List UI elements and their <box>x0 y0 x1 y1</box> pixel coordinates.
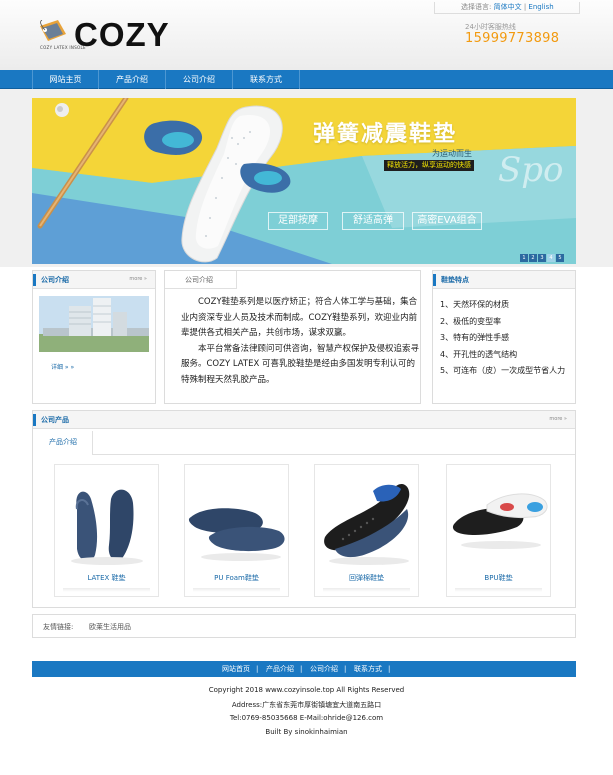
footer-built-by: Built By sinokinhaimian <box>265 728 348 736</box>
footer-contact: Tel:0769-85035668 E-Mail:ohride@126.com <box>229 714 384 722</box>
slide-dot-5[interactable]: 5 <box>556 254 564 262</box>
slide-dot-2[interactable]: 2 <box>529 254 537 262</box>
nav-contact[interactable]: 联系方式 <box>233 70 300 89</box>
friend-links-bar: 友情链接: 欧莱生活用品 <box>32 614 576 638</box>
product-image <box>71 489 143 565</box>
page: 选择语言: 简体中文 | English 24小时客服热线 1599977389… <box>0 0 613 775</box>
feature-item: 1、天然环保的材质 <box>440 300 510 309</box>
footer-nav-contact[interactable]: 联系方式 <box>354 661 382 677</box>
language-switcher: 选择语言: 简体中文 | English <box>434 2 580 14</box>
header-accent-bar <box>33 414 36 426</box>
language-separator: | <box>523 3 527 11</box>
products-header: 公司产品 more » <box>33 411 575 429</box>
header: 选择语言: 简体中文 | English 24小时客服热线 1599977389… <box>0 0 613 70</box>
products-tab[interactable]: 产品介绍 <box>33 431 93 455</box>
banner-tagline: 释放活力，纵享运动的快感 <box>384 160 474 171</box>
company-building-image[interactable] <box>39 296 149 352</box>
banner-feature-massage: 足部按摩 <box>268 212 328 230</box>
footer-nav-home[interactable]: 网站首页 <box>222 661 250 677</box>
footer-nav: 网站首页 | 产品介绍 | 公司介绍 | 联系方式 | <box>32 661 576 677</box>
slide-dot-1[interactable]: 1 <box>520 254 528 262</box>
products-tab-divider <box>93 454 575 455</box>
nav-home[interactable]: 网站主页 <box>32 70 99 89</box>
slide-dot-4[interactable]: 4 <box>547 254 555 262</box>
banner-subtitle: 为运动而生 <box>432 149 472 158</box>
feature-item: 4、开孔性的透气结构 <box>440 349 518 359</box>
banner-title: 弹簧减震鞋垫 <box>313 122 458 147</box>
card-shadow <box>193 588 280 592</box>
header-accent-bar <box>33 274 36 286</box>
friend-links-label: 友情链接: <box>43 623 74 631</box>
feature-item: 2、极低的变型率 <box>440 316 502 326</box>
about-paragraph-1: COZY鞋垫系列是以医疗矫正；符合人体工学与基础，集合业内资深专业人员及技术而制… <box>181 297 418 338</box>
footer-nav-separator: | <box>256 665 259 673</box>
banner-slider[interactable]: 弹簧减震鞋垫 为运动而生 释放活力，纵享运动的快感 Spo 足部按摩 舒适高弹 … <box>32 98 576 264</box>
footer-nav-separator: | <box>300 665 303 673</box>
features-list: 1、天然环保的材质 2、极低的变型率 3、特有的弹性手感 4、开孔性的透气结构 … <box>440 297 578 380</box>
product-card-bpu[interactable]: BPU鞋垫 <box>446 464 551 597</box>
friend-link[interactable]: 欧莱生活用品 <box>89 622 131 632</box>
logo-wordmark[interactable]: COZY <box>74 16 170 54</box>
banner-image <box>32 98 576 264</box>
feature-item: 3、特有的弹性手感 <box>440 333 510 342</box>
banner-feature-eva: 高密EVA组合 <box>412 212 482 230</box>
slide-dot-3[interactable]: 3 <box>538 254 546 262</box>
product-card-pu-foam[interactable]: PU Foam鞋垫 <box>184 464 289 597</box>
features-header: 鞋垫特点 <box>433 271 575 289</box>
footer-nav-products[interactable]: 产品介绍 <box>266 661 294 677</box>
banner-decoration-text: Spo <box>498 150 564 190</box>
company-intro-header: 公司介绍 more » <box>33 271 155 289</box>
footer-nav-separator: | <box>388 665 391 673</box>
footer-nav-separator: | <box>344 665 347 673</box>
card-shadow <box>63 588 150 592</box>
features-panel: 鞋垫特点 1、天然环保的材质 2、极低的变型率 3、特有的弹性手感 4、开孔性的… <box>432 270 576 404</box>
company-intro-title: 公司介绍 <box>41 276 69 284</box>
products-more-link[interactable]: more » <box>549 416 567 422</box>
language-chinese-link[interactable]: 简体中文 <box>494 3 522 11</box>
footer-copyright: Copyright 2018 www.cozyinsole.top All Ri… <box>208 686 405 694</box>
nav-company[interactable]: 公司介绍 <box>166 70 233 89</box>
features-title: 鞋垫特点 <box>441 276 469 284</box>
product-image <box>188 508 285 561</box>
product-label[interactable]: PU Foam鞋垫 <box>185 573 288 583</box>
product-card-rebound-foam[interactable]: 回弹棉鞋垫 <box>314 464 419 597</box>
company-about-panel: 公司介绍 COZY鞋垫系列是以医疗矫正；符合人体工学与基础，集合业内资深专业人员… <box>164 270 421 404</box>
footer-nav-company[interactable]: 公司介绍 <box>310 661 338 677</box>
logo-subtitle: COZY LATEX INSOLE <box>40 45 86 50</box>
nav-products[interactable]: 产品介绍 <box>99 70 166 89</box>
company-about-tab[interactable]: 公司介绍 <box>165 271 237 289</box>
about-paragraph-2: 本平台常备法律顾问可供咨询，智慧产权保护及侵权追索寻服务。COZY LATEX … <box>181 343 420 385</box>
company-intro-more-link[interactable]: more » <box>129 276 147 282</box>
product-label[interactable]: BPU鞋垫 <box>447 573 550 583</box>
banner-feature-elastic: 舒适高弹 <box>342 212 404 230</box>
product-label[interactable]: 回弹棉鞋垫 <box>315 573 418 583</box>
card-shadow <box>455 588 542 592</box>
logo-tag-icon <box>40 20 66 41</box>
company-about-text: COZY鞋垫系列是以医疗矫正；符合人体工学与基础，集合业内资深专业人员及技术而制… <box>181 295 419 388</box>
language-label: 选择语言: <box>461 3 492 11</box>
feature-item: 5、可连布（皮）一次成型节省人力 <box>440 366 566 375</box>
product-label[interactable]: LATEX 鞋垫 <box>55 573 158 583</box>
hotline-phone: 15999773898 <box>465 31 560 46</box>
products-title: 公司产品 <box>41 416 69 424</box>
company-intro-panel: 公司介绍 more » 详细 » » <box>32 270 156 404</box>
card-shadow <box>323 588 410 592</box>
product-card-latex[interactable]: LATEX 鞋垫 <box>54 464 159 597</box>
product-image <box>452 493 548 549</box>
main-nav: 网站主页 产品介绍 公司介绍 联系方式 <box>0 70 613 89</box>
footer-address: Address:广东省东莞市厚街镇塘宜大道南五路口 <box>231 701 382 709</box>
language-english-link[interactable]: English <box>528 3 553 11</box>
company-intro-detail-link[interactable]: 详细 » » <box>51 362 74 371</box>
product-image <box>324 483 410 565</box>
header-accent-bar <box>433 274 436 286</box>
